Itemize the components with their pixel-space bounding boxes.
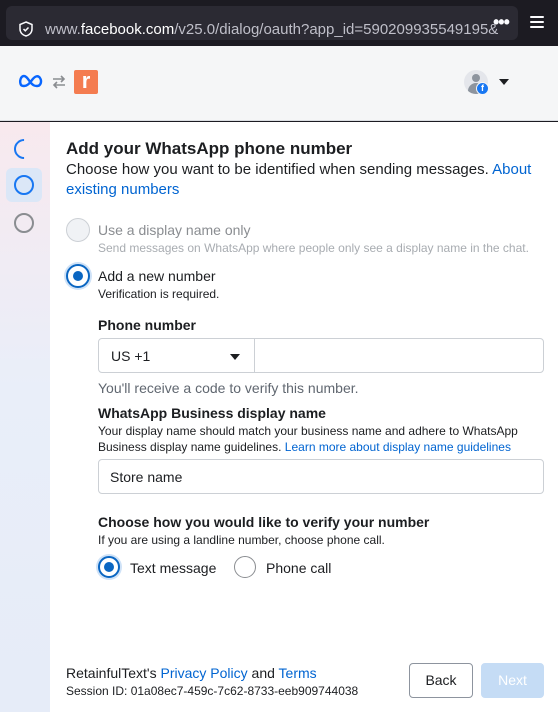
add-new-number-label[interactable]: Add a new number (98, 268, 216, 284)
browser-toolbar: www.facebook.com/v25.0/dialog/oauth?app_… (0, 0, 558, 46)
terms-link[interactable]: Terms (279, 665, 317, 681)
session-id: Session ID: 01a08ec7-459c-7c62-8733-eeb9… (66, 684, 359, 698)
display-name-only-radio (66, 218, 90, 242)
swap-icon (52, 75, 66, 89)
display-name-only-description: Send messages on WhatsApp where people o… (98, 241, 529, 255)
chevron-down-icon[interactable] (499, 79, 509, 85)
more-options-icon[interactable]: ••• (493, 12, 510, 33)
hamburger-menu-icon[interactable] (530, 16, 544, 28)
country-code-select[interactable]: US +1 (98, 338, 255, 373)
display-name-input[interactable] (98, 459, 544, 494)
verify-method-label: Choose how you would like to verify your… (98, 514, 430, 530)
page-title: Add your WhatsApp phone number (66, 139, 353, 158)
privacy-policy-link[interactable]: Privacy Policy (161, 665, 248, 681)
display-name-description: Your display name should match your busi… (98, 424, 518, 454)
step-loading-icon (9, 134, 39, 164)
url-bar[interactable]: www.facebook.com/v25.0/dialog/oauth?app_… (6, 6, 518, 40)
display-name-guidelines-link[interactable]: Learn more about display name guidelines (285, 440, 511, 454)
phone-hint: You'll receive a code to verify this num… (98, 380, 359, 396)
step-current-icon (14, 175, 34, 195)
progress-stepper (0, 122, 50, 712)
shield-icon[interactable] (18, 21, 34, 37)
page-subtitle: Choose how you want to be identified whe… (66, 161, 532, 198)
add-new-number-radio[interactable] (66, 264, 90, 288)
verify-method-description: If you are using a landline number, choo… (98, 533, 385, 547)
dialog-content: Add your WhatsApp phone number Choose ho… (50, 122, 558, 712)
chevron-down-icon (230, 354, 240, 360)
text-message-label[interactable]: Text message (130, 560, 216, 576)
url-text[interactable]: www.facebook.com/v25.0/dialog/oauth?app_… (45, 21, 498, 38)
legal-text: RetainfulText's Privacy Policy and Terms (66, 665, 317, 681)
meta-logo-icon (19, 74, 43, 88)
add-new-number-description: Verification is required. (98, 287, 220, 301)
phone-call-label[interactable]: Phone call (266, 560, 331, 576)
display-name-only-label: Use a display name only (98, 222, 251, 238)
dialog-header: r f (0, 46, 558, 121)
phone-call-radio[interactable] (234, 556, 256, 578)
phone-number-input[interactable] (254, 338, 544, 373)
back-button[interactable]: Back (409, 663, 473, 698)
next-button[interactable]: Next (481, 663, 544, 698)
app-logo: r (74, 70, 98, 94)
text-message-radio[interactable] (98, 556, 120, 578)
facebook-badge-icon: f (476, 82, 489, 95)
display-name-label: WhatsApp Business display name (98, 405, 326, 421)
phone-number-label: Phone number (98, 317, 197, 333)
step-upcoming-icon (14, 213, 34, 233)
